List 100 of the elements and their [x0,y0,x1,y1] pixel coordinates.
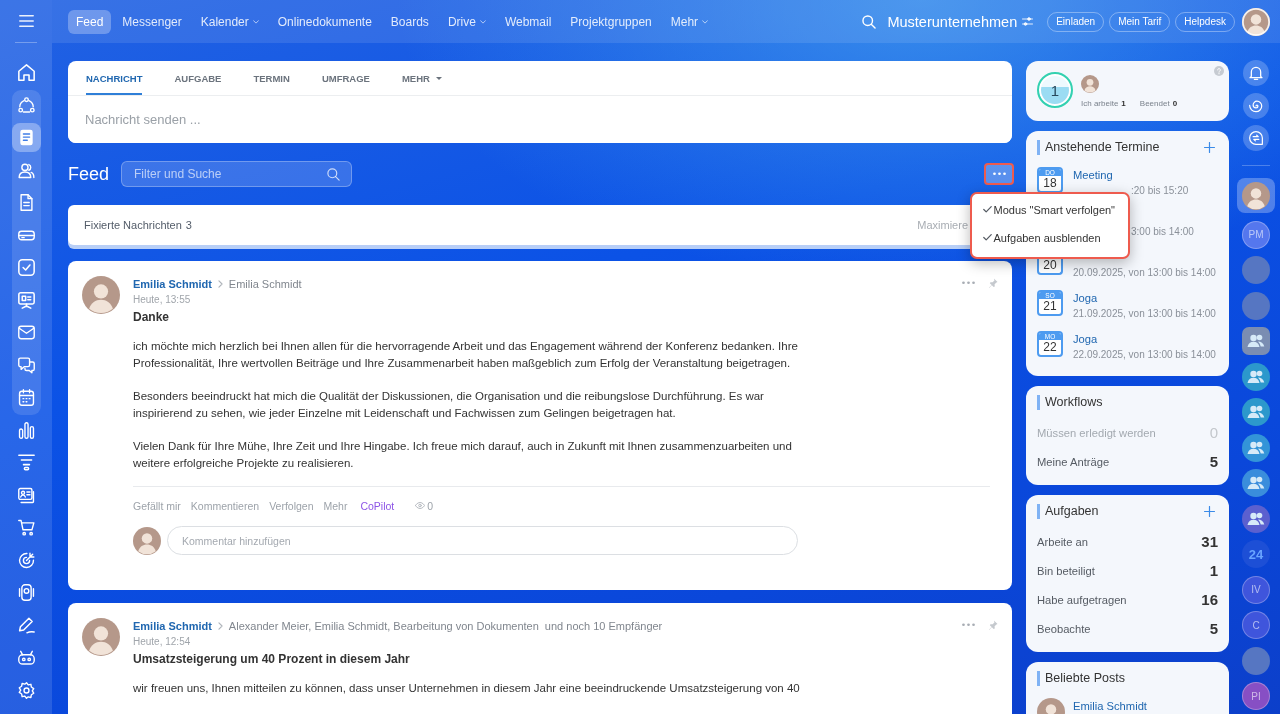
avatar-icon [1242,7,1270,36]
chat-icon [17,356,35,374]
event-title[interactable]: Joga [1073,291,1098,306]
company-name[interactable]: Musterunternehmen [887,13,1018,30]
rail-button[interactable] [1243,92,1269,119]
row-label[interactable]: Arbeite an [1037,535,1088,548]
chat-icon [1249,131,1263,145]
event-title[interactable]: Meeting [1073,168,1113,183]
composer-tab[interactable]: MEHR [401,61,442,95]
search-input[interactable]: Filter und Suche [134,167,328,181]
action-link[interactable]: Verfolgen [269,499,314,512]
row-label[interactable]: Meine Anträge [1037,455,1110,468]
avatar-icon [1242,181,1270,210]
widget-title[interactable]: Anstehende Termine [1037,139,1160,155]
action-link[interactable]: Gefällt mir [133,499,181,512]
document-icon [17,129,35,146]
presentation-icon [17,291,35,309]
action-link[interactable]: Kommentieren [190,499,260,512]
nav-tab[interactable]: Projektgruppen [562,9,660,34]
event-day: 22 [1043,340,1057,355]
widget-title[interactable]: Workflows [1037,394,1103,410]
photo-placeholder [1242,256,1270,285]
recipient-list: Alexander Meier, Emilia Schmidt, Bearbeitung von Dokumenten [228,620,539,632]
message-input[interactable]: Nachricht senden ... [68,104,1012,135]
chevron-icon [217,622,223,630]
spiral-icon [1249,98,1263,113]
nav-tab[interactable]: Kalender [192,9,267,34]
event-day: 18 [1043,176,1057,191]
stat-label: Beendet [1139,99,1170,109]
home-icon [17,64,35,81]
event-time: 22.09.2025, von 13:00 bis 14:00 [1073,348,1216,362]
nav-tab[interactable]: Onlinedokumente [269,9,380,34]
event-time: :20 bis 15:20 [1131,184,1189,198]
plus-icon[interactable] [1204,505,1215,517]
avatar-icon [82,276,120,314]
row-label[interactable]: Beobachte [1037,622,1091,635]
chat-contact[interactable] [1237,178,1275,213]
widget-title[interactable]: Beliebte Posts [1037,670,1125,686]
avatar-icon [82,618,120,656]
post-title: Danke [133,309,170,326]
author-link[interactable]: Emilia Schmidt [1073,699,1147,713]
event-day: 20 [1043,258,1057,273]
bell-icon [1249,66,1263,80]
checkbox-icon [17,259,35,276]
nav-tab[interactable]: Messenger [114,9,190,34]
post-paragraph: ich möchte mich herzlich bei Ihnen allen für die hervorragende Arbeit und das Engagement während der Konferenz bedanken. Ihre Professionalität, Ihre wertvollen Beiträge und Ihre Zusammenarbeit haben maßgeblich zum Erfolg der Veranstaltung beigetragen. [133,338,799,371]
event-time: 20.09.2025, von 13:00 bis 14:00 [1073,266,1216,280]
contact-card-icon [17,486,35,504]
row-count: 31 [1201,533,1218,550]
event-title[interactable]: Joga [1073,332,1098,347]
author-link[interactable]: Emilia Schmidt [133,278,212,290]
rail-button[interactable] [1243,60,1269,86]
search-icon[interactable] [862,14,877,29]
widget-title[interactable]: Aufgaben [1037,503,1099,519]
stat-value: 1 [1121,99,1126,109]
menu-item[interactable]: Modus "Smart verfolgen" [972,195,1128,224]
pinned-count: 3 [185,219,192,231]
document-icon [17,194,35,211]
row-label[interactable]: Bin beteiligt [1037,564,1095,577]
menu-item[interactable]: Aufgaben ausblenden [972,223,1128,252]
settings-icon [17,681,35,699]
action-link[interactable]: Mehr [323,499,348,512]
row-count: 1 [1209,562,1218,579]
robot-icon [17,649,35,666]
view-count: 0 [427,499,434,512]
composer-tab[interactable]: TERMIN [253,61,290,95]
rail-button[interactable] [1243,125,1269,151]
sliders-icon[interactable] [1022,17,1034,26]
nav-tab[interactable]: Mehr [662,9,717,34]
nav-tab[interactable]: Webmail [496,9,560,34]
cycle-icon [17,96,35,114]
nav-tab[interactable]: Feed [68,9,112,34]
copilot-button[interactable]: CoPilot [360,499,395,512]
post-time: Heute, 12:54 [133,635,191,649]
row-count: 5 [1209,620,1218,637]
composer-tab[interactable]: UMFRAGE [321,61,370,95]
more-button[interactable] [984,163,1014,185]
event-time: 3:00 bis 14:00 [1131,225,1194,239]
stat-value: 0 [1172,99,1178,109]
target-icon [17,551,35,569]
pinned-label: Fixierte Nachrichten [84,219,182,231]
sidebar-item[interactable] [11,123,41,152]
device-icon [17,584,35,601]
feed-title: Feed [68,163,110,185]
plus-icon[interactable] [1204,141,1215,153]
mail-icon [17,324,35,341]
search-field[interactable]: Filter und Suche [121,161,353,187]
nav-tab[interactable]: Drive [439,9,494,34]
author-link[interactable]: Emilia Schmidt [133,620,212,632]
pen-icon [17,616,35,634]
row-count: 5 [1209,453,1218,470]
row-label[interactable]: Habe aufgetragen [1037,593,1127,606]
more-recipients-link[interactable]: und noch 10 Empfänger [544,620,663,632]
expand-link[interactable]: Maximiere [917,219,968,231]
funnel-icon [17,454,35,471]
composer-tab[interactable]: AUFGABE [174,61,222,95]
calendar-icon [17,389,35,406]
chevron-icon [217,280,223,288]
nav-tab[interactable]: Boards [382,9,437,34]
comment-field[interactable]: Kommentar hinzufügen [167,526,798,555]
